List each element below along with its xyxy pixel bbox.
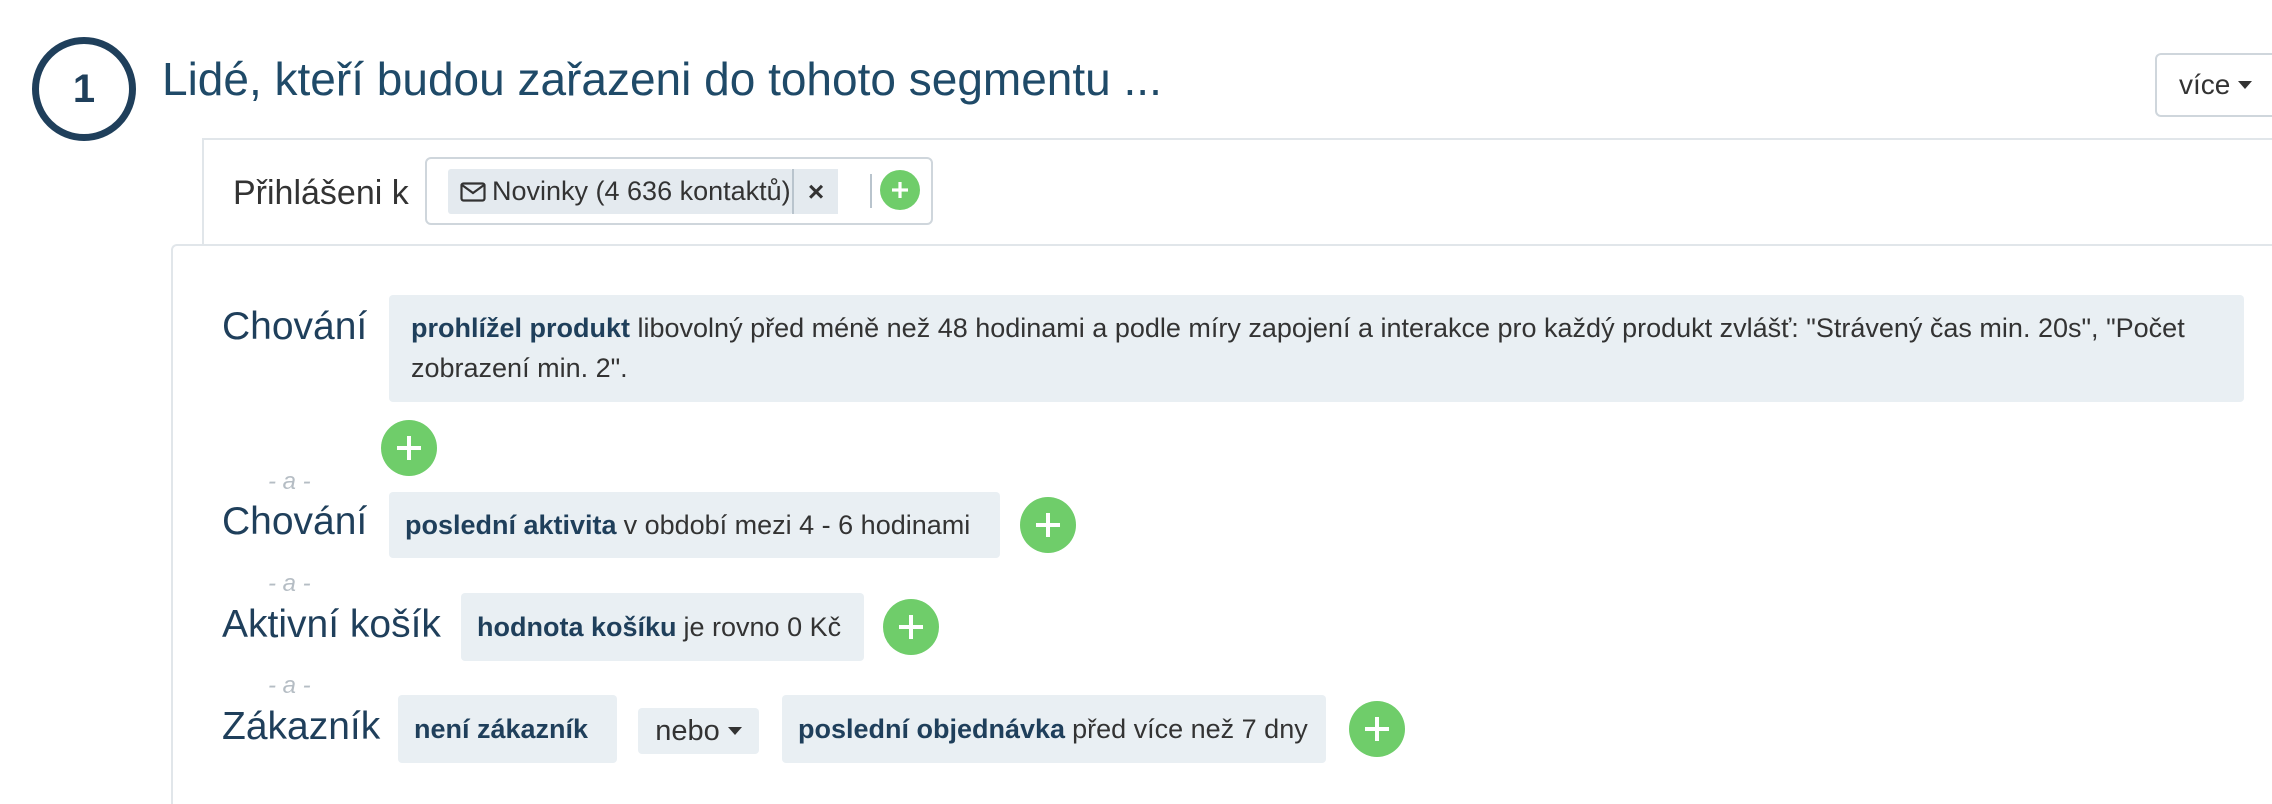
plus-icon xyxy=(1365,717,1389,741)
select-divider xyxy=(870,174,872,208)
condition-label-behavior: Chování xyxy=(222,305,368,348)
condition-name: poslední objednávka xyxy=(798,713,1066,744)
plus-icon xyxy=(899,615,923,639)
operator-dropdown[interactable]: nebo xyxy=(638,708,759,754)
condition-last-activity[interactable]: poslední aktivita v období mezi 4 - 6 ho… xyxy=(389,492,1000,558)
condition-detail: libovolný před méně než 48 hodinami a po… xyxy=(411,313,2185,383)
add-list-button[interactable] xyxy=(880,170,920,210)
condition-name: poslední aktivita xyxy=(405,509,617,540)
step-number-badge: 1 xyxy=(32,37,136,141)
condition-viewed-product[interactable]: prohlížel produkt libovolný před méně ne… xyxy=(389,295,2244,402)
condition-detail: před více než 7 dny xyxy=(1072,713,1308,744)
condition-label-active-cart: Aktivní košík xyxy=(222,603,441,646)
caret-down-icon xyxy=(727,727,742,735)
condition-name: hodnota košíku xyxy=(477,611,677,642)
condition-detail: v období mezi 4 - 6 hodinami xyxy=(623,509,971,540)
plus-icon xyxy=(892,182,908,198)
condition-name: prohlížel produkt xyxy=(411,313,630,343)
more-button[interactable]: více xyxy=(2155,53,2272,117)
add-condition-button[interactable] xyxy=(1020,497,1076,553)
step-number: 1 xyxy=(72,66,96,111)
plus-icon xyxy=(397,436,421,460)
mail-icon xyxy=(460,181,486,202)
condition-detail: je rovno 0 Kč xyxy=(683,611,842,642)
plus-icon xyxy=(1036,513,1060,537)
condition-label-behavior: Chování xyxy=(222,500,368,543)
operator-label: nebo xyxy=(655,714,720,747)
condition-not-customer[interactable]: není zákazník xyxy=(398,695,617,763)
list-tag-label: Novinky (4 636 kontaktů) xyxy=(492,176,791,206)
list-tag: Novinky (4 636 kontaktů) xyxy=(448,169,793,214)
subscription-label: Přihlášeni k xyxy=(233,174,409,212)
and-separator: - a - xyxy=(268,672,311,699)
and-separator: - a - xyxy=(268,468,311,495)
and-separator: - a - xyxy=(268,570,311,597)
add-condition-button[interactable] xyxy=(1349,701,1405,757)
more-button-label: více xyxy=(2179,69,2231,100)
condition-name: není zákazník xyxy=(414,713,589,744)
caret-down-icon xyxy=(2238,81,2253,89)
condition-label-customer: Zákazník xyxy=(222,705,381,748)
add-condition-button[interactable] xyxy=(883,599,939,655)
condition-last-order[interactable]: poslední objednávka před více než 7 dny xyxy=(782,695,1326,763)
close-icon[interactable]: × xyxy=(794,169,838,214)
condition-cart-value[interactable]: hodnota košíku je rovno 0 Kč xyxy=(461,593,864,661)
add-condition-button[interactable] xyxy=(381,420,437,476)
page-title: Lidé, kteří budou zařazeni do tohoto seg… xyxy=(162,53,1162,105)
